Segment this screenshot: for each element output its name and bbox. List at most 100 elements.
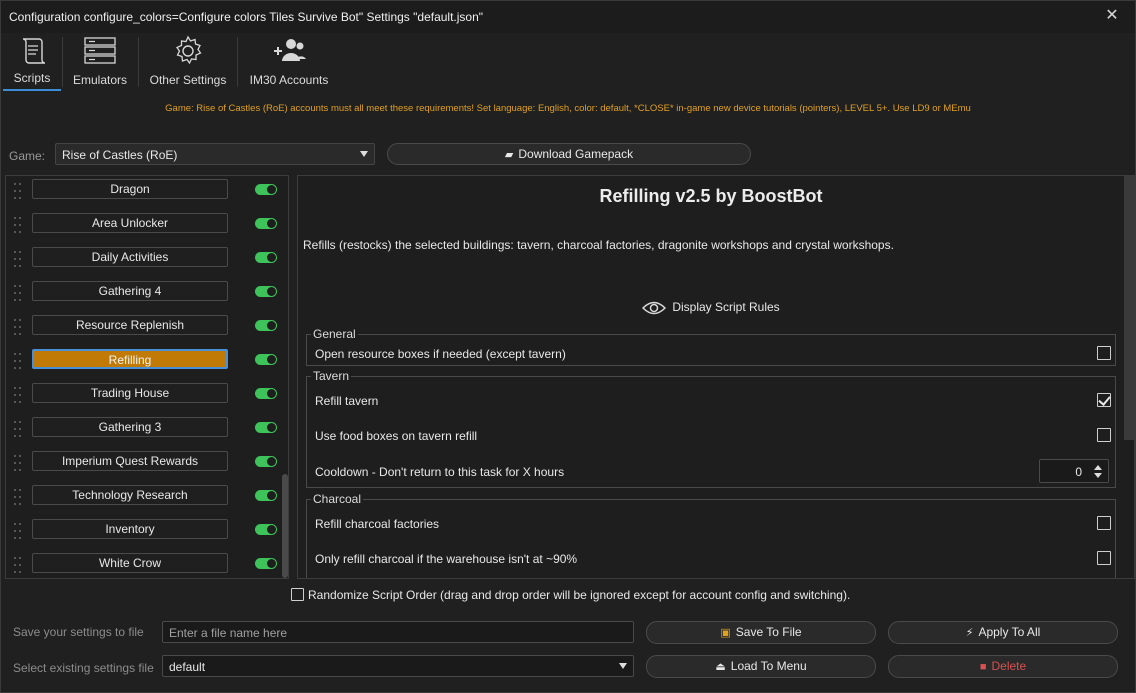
script-item[interactable]: Gathering 3 xyxy=(6,415,286,449)
bolt-icon: ⚡ xyxy=(965,627,974,639)
delete-button[interactable]: ■ Delete xyxy=(888,655,1118,678)
chevron-down-icon[interactable] xyxy=(1094,473,1102,478)
settings-file-select[interactable]: default xyxy=(162,655,634,677)
script-enabled-toggle[interactable] xyxy=(255,490,277,501)
drag-handle-icon[interactable] xyxy=(14,523,22,541)
drag-handle-icon[interactable] xyxy=(14,489,22,507)
script-enabled-toggle[interactable] xyxy=(255,558,277,569)
cooldown-label: Cooldown - Don't return to this task for… xyxy=(315,465,565,479)
detail-scrollbar[interactable] xyxy=(1124,176,1134,440)
script-name-button[interactable]: Area Unlocker xyxy=(32,213,228,233)
drag-handle-icon[interactable] xyxy=(14,319,22,337)
script-item[interactable]: Technology Research xyxy=(6,483,286,517)
script-name-button[interactable]: Gathering 4 xyxy=(32,281,228,301)
script-enabled-toggle[interactable] xyxy=(255,320,277,331)
chevron-down-icon xyxy=(360,151,368,157)
chevron-up-icon[interactable] xyxy=(1094,465,1102,470)
settings-window: Configuration configure_colors=Configure… xyxy=(0,0,1136,693)
drag-handle-icon[interactable] xyxy=(14,251,22,269)
open-resource-boxes-checkbox[interactable] xyxy=(1097,346,1111,360)
game-label: Game: xyxy=(9,149,46,163)
script-enabled-toggle[interactable] xyxy=(255,184,277,195)
script-enabled-toggle[interactable] xyxy=(255,524,277,535)
script-list-scrollbar[interactable] xyxy=(282,474,288,578)
script-name-button[interactable]: Daily Activities xyxy=(32,247,228,267)
drag-handle-icon[interactable] xyxy=(14,183,22,201)
script-name-button[interactable]: Imperium Quest Rewards xyxy=(32,451,228,471)
script-list: Dragon Area Unlocker Daily Activities Gathe… xyxy=(5,175,289,579)
group-tavern-title: Tavern xyxy=(311,369,352,383)
apply-to-all-label: Apply To All xyxy=(978,625,1041,639)
script-item[interactable]: Refilling xyxy=(6,347,286,381)
server-icon xyxy=(84,37,116,64)
load-to-menu-label: Load To Menu xyxy=(730,659,807,673)
group-charcoal: Charcoal Refill charcoal factories Only … xyxy=(306,492,1116,578)
trash-icon: ■ xyxy=(979,661,987,673)
script-item[interactable]: Gathering 4 xyxy=(6,279,286,313)
script-enabled-toggle[interactable] xyxy=(255,286,277,297)
script-item[interactable]: Imperium Quest Rewards xyxy=(6,449,286,483)
drag-handle-icon[interactable] xyxy=(14,285,22,303)
file-name-placeholder: Enter a file name here xyxy=(169,626,288,640)
drag-handle-icon[interactable] xyxy=(14,387,22,405)
script-name-button[interactable]: White Crow xyxy=(32,553,228,573)
script-name-button[interactable]: Refilling xyxy=(32,349,228,369)
refill-charcoal-checkbox[interactable] xyxy=(1097,516,1111,530)
drag-handle-icon[interactable] xyxy=(14,557,22,575)
cooldown-stepper[interactable]: 0 xyxy=(1039,459,1109,483)
drag-handle-icon[interactable] xyxy=(14,217,22,235)
script-item[interactable]: Dragon xyxy=(6,177,286,211)
tab-im30-accounts-label: IM30 Accounts xyxy=(249,73,329,87)
title-bar: Configuration configure_colors=Configure… xyxy=(1,1,1135,33)
script-name-button[interactable]: Inventory xyxy=(32,519,228,539)
download-gamepack-button[interactable]: ▰ Download Gamepack xyxy=(387,143,751,165)
drag-handle-icon[interactable] xyxy=(14,353,22,371)
game-select[interactable]: Rise of Castles (RoE) xyxy=(55,143,375,165)
only-refill-charcoal-checkbox[interactable] xyxy=(1097,551,1111,565)
script-item[interactable]: Daily Activities xyxy=(6,245,286,279)
script-item[interactable]: Trading House xyxy=(6,381,286,415)
drag-handle-icon[interactable] xyxy=(14,421,22,439)
script-name-button[interactable]: Trading House xyxy=(32,383,228,403)
tab-emulators[interactable]: Emulators xyxy=(67,33,133,91)
package-icon: ▰ xyxy=(504,149,514,161)
drag-handle-icon[interactable] xyxy=(14,455,22,473)
display-script-rules-link[interactable]: Display Script Rules xyxy=(298,300,1124,316)
randomize-row: Randomize Script Order (drag and drop or… xyxy=(291,588,850,602)
script-name-button[interactable]: Dragon xyxy=(32,179,228,199)
tab-im30-accounts[interactable]: IM30 Accounts xyxy=(243,33,335,91)
eye-icon xyxy=(642,301,667,315)
script-enabled-toggle[interactable] xyxy=(255,422,277,433)
script-name-button[interactable]: Gathering 3 xyxy=(32,417,228,437)
file-name-input[interactable]: Enter a file name here xyxy=(162,621,634,643)
script-name-button[interactable]: Resource Replenish xyxy=(32,315,228,335)
randomize-checkbox[interactable] xyxy=(291,588,304,602)
script-item[interactable]: Inventory xyxy=(6,517,286,551)
script-name-button[interactable]: Technology Research xyxy=(32,485,228,505)
option-label: Only refill charcoal if the warehouse is… xyxy=(315,552,578,566)
tab-emulators-label: Emulators xyxy=(72,73,128,87)
add-user-icon xyxy=(274,39,306,61)
use-food-boxes-checkbox[interactable] xyxy=(1097,428,1111,442)
group-charcoal-title: Charcoal xyxy=(311,492,364,506)
option-label: Refill charcoal factories xyxy=(315,517,440,531)
tab-other-settings[interactable]: Other Settings xyxy=(143,33,233,91)
script-enabled-toggle[interactable] xyxy=(255,388,277,399)
option-label: Open resource boxes if needed (except ta… xyxy=(315,347,566,361)
apply-to-all-button[interactable]: ⚡ Apply To All xyxy=(888,621,1118,644)
script-enabled-toggle[interactable] xyxy=(255,354,277,365)
delete-label: Delete xyxy=(991,659,1027,673)
script-enabled-toggle[interactable] xyxy=(255,218,277,229)
save-to-file-button[interactable]: ▣ Save To File xyxy=(646,621,876,644)
script-item[interactable]: White Crow xyxy=(6,551,286,578)
script-enabled-toggle[interactable] xyxy=(255,252,277,263)
display-script-rules-label: Display Script Rules xyxy=(672,300,780,315)
close-icon[interactable]: ✕ xyxy=(1103,7,1121,25)
script-item[interactable]: Resource Replenish xyxy=(6,313,286,347)
option-label: Use food boxes on tavern refill xyxy=(315,429,478,443)
tab-scripts[interactable]: Scripts xyxy=(3,33,61,91)
refill-tavern-checkbox[interactable] xyxy=(1097,393,1111,407)
load-to-menu-button[interactable]: ⏏ Load To Menu xyxy=(646,655,876,678)
script-enabled-toggle[interactable] xyxy=(255,456,277,467)
script-item[interactable]: Area Unlocker xyxy=(6,211,286,245)
